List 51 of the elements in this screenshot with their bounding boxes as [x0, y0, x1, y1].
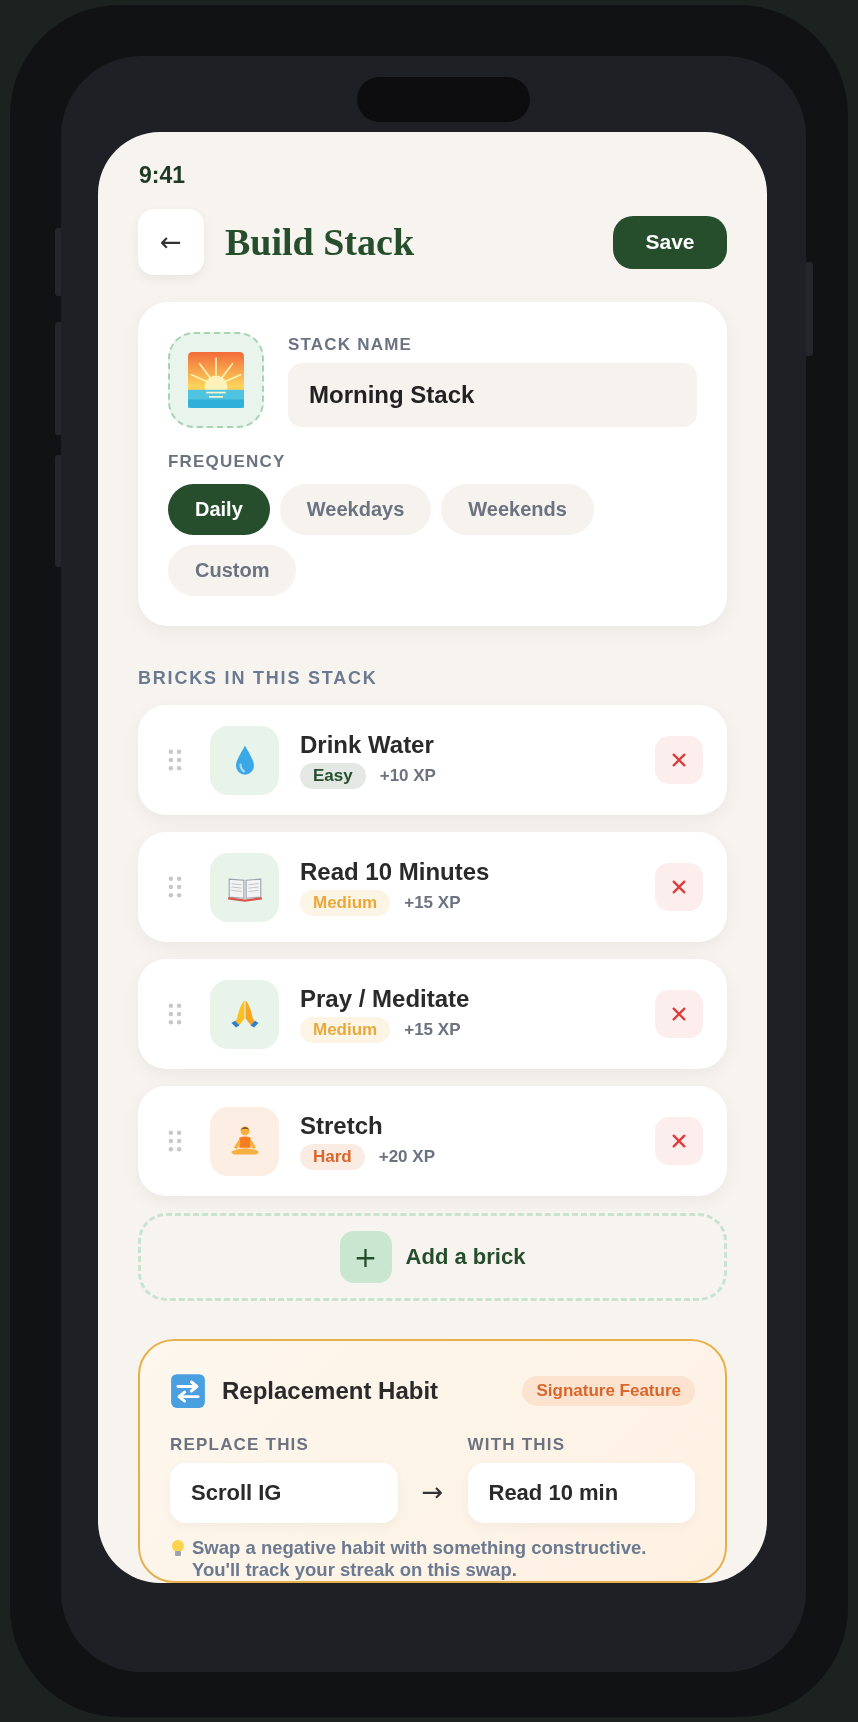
status-time: 9:41: [139, 162, 187, 189]
hint-text: Swap a negative habit with something constructive. You'll track your streak on this swap.: [192, 1537, 648, 1581]
brick-name: Pray / Meditate: [300, 985, 471, 1013]
remove-button[interactable]: [655, 863, 703, 911]
close-icon: [671, 1006, 687, 1022]
difficulty-badge: Hard: [300, 1144, 365, 1170]
drag-handle-icon[interactable]: [168, 749, 182, 771]
new-habit-field[interactable]: Read 10 min: [467, 1463, 695, 1523]
close-icon: [671, 1133, 687, 1149]
remove-button[interactable]: [655, 736, 703, 784]
back-button[interactable]: ←: [138, 209, 204, 275]
difficulty-badge: Easy: [300, 763, 366, 789]
frequency-chip[interactable]: Daily: [168, 484, 270, 535]
remove-button[interactable]: [655, 1117, 703, 1165]
field-label: STACK NAME: [288, 335, 414, 355]
xp-reward: +10 XP: [379, 766, 436, 786]
frequency-chip[interactable]: Custom: [168, 545, 297, 596]
old-habit-field[interactable]: Scroll IG: [170, 1463, 398, 1523]
close-icon: [671, 879, 687, 895]
section-heading: BRICKS IN THIS STACK: [138, 668, 379, 689]
xp-reward: +20 XP: [378, 1147, 435, 1167]
remove-button[interactable]: [655, 990, 703, 1038]
page-title: Build Stack: [225, 220, 416, 264]
field-label: WITH THIS: [467, 1435, 567, 1455]
xp-reward: +15 XP: [404, 893, 461, 913]
swap-arrows-icon: [170, 1373, 206, 1409]
xp-reward: +15 XP: [404, 1020, 461, 1040]
feature-badge: Signature Feature: [522, 1376, 695, 1406]
brick-name: Read 10 Minutes: [300, 858, 491, 886]
add-brick-button[interactable]: + Add a brick: [138, 1213, 727, 1301]
lightbulb-icon: [170, 1539, 186, 1559]
close-icon: [671, 752, 687, 768]
card-title: Replacement Habit: [222, 1377, 440, 1405]
drag-handle-icon[interactable]: [168, 1003, 182, 1025]
arrow-icon: →: [397, 1477, 468, 1523]
save-button[interactable]: Save: [613, 215, 727, 269]
stack-name-field[interactable]: Morning Stack: [288, 363, 697, 427]
difficulty-badge: Medium: [300, 1017, 391, 1043]
brick-name: Stretch: [300, 1112, 384, 1140]
field-label: REPLACE THIS: [170, 1435, 311, 1455]
drag-handle-icon[interactable]: [168, 1130, 182, 1152]
drag-handle-icon[interactable]: [168, 876, 182, 898]
frequency-chip[interactable]: Weekdays: [279, 484, 432, 535]
plus-icon: +: [339, 1231, 392, 1283]
field-label: FREQUENCY: [168, 452, 287, 472]
difficulty-badge: Medium: [300, 890, 391, 916]
frequency-chip[interactable]: Weekends: [441, 484, 594, 535]
stack-icon-picker[interactable]: [168, 332, 264, 428]
add-brick-label: Add a brick: [405, 1244, 526, 1270]
brick-name: Drink Water: [300, 731, 435, 759]
sunrise-icon: [188, 352, 244, 408]
